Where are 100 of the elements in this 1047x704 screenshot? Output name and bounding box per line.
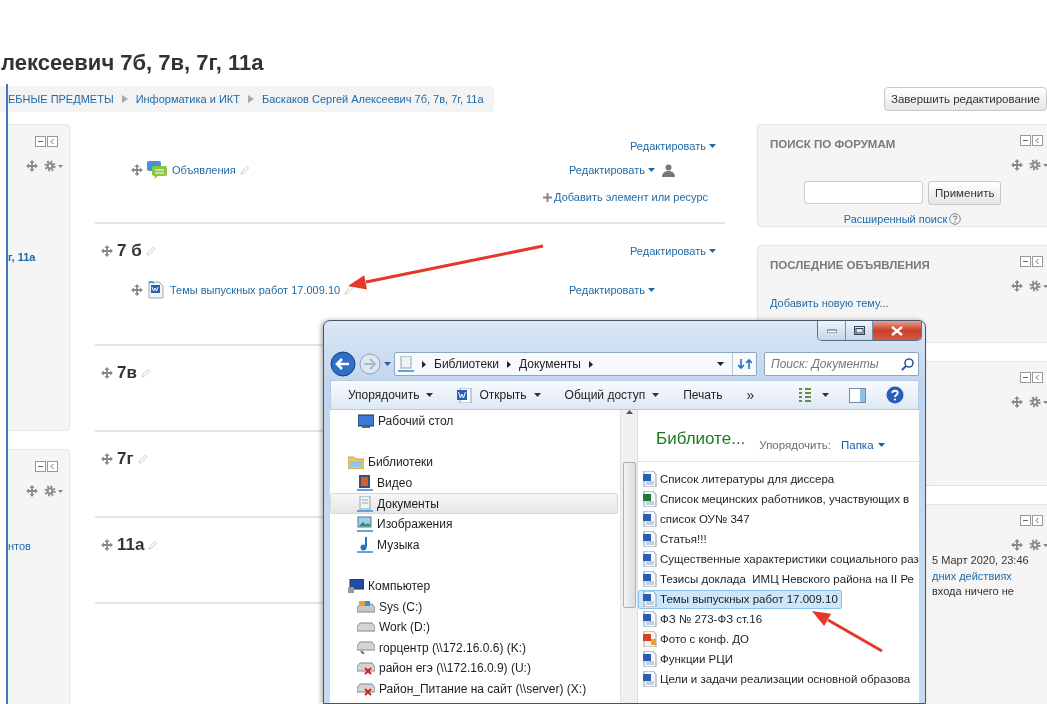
collapse-icon[interactable] [1020,135,1031,146]
move-icon[interactable] [131,164,143,176]
dock-icon[interactable] [47,461,58,472]
move-icon[interactable] [101,245,113,257]
collapse-icon[interactable] [35,461,46,472]
nav-item[interactable]: Документы [330,493,618,514]
nav-item[interactable]: Музыка [330,534,618,556]
nav-item[interactable]: Изображения [330,513,618,535]
address-segment[interactable]: Документы [519,357,581,371]
address-bar[interactable]: Библиотеки Документы [394,352,757,376]
caret-icon[interactable] [717,362,724,366]
edit-link[interactable]: Редактировать [569,284,655,296]
finish-editing-button[interactable]: Завершить редактирование [883,87,1047,111]
move-icon[interactable] [1011,159,1023,171]
toolbar-button[interactable]: Упорядочить [343,383,439,407]
edit-link[interactable]: Редактировать [630,245,716,257]
person-icon[interactable] [662,163,675,177]
file-item[interactable]: Цели и задачи реализации основной образова [638,669,915,689]
gear-menu-icon[interactable] [1029,280,1047,292]
gear-menu-icon[interactable] [44,485,64,497]
maximize-button[interactable] [846,321,873,340]
move-icon[interactable] [26,485,38,497]
collapse-icon[interactable] [1020,515,1031,526]
add-activity-link[interactable]: Добавить элемент или ресурс [543,191,708,203]
pencil-icon[interactable] [344,285,355,295]
apply-button[interactable]: Применить [928,181,1001,205]
dock-icon[interactable] [47,136,58,147]
activity-link[interactable]: Объявления [172,164,236,176]
file-item[interactable]: список ОУ№ 347 [638,509,754,529]
caret-icon [533,393,541,397]
help-icon[interactable] [949,213,962,225]
block-link[interactable]: г, 11а [8,251,58,263]
file-item[interactable]: ФЗ № 273-ФЗ ст.16 [638,609,767,629]
file-item[interactable]: Фото с конф. ДО [638,629,754,649]
toolbar-button[interactable]: Общий доступ [559,383,665,407]
document-icon [147,281,165,299]
back-button[interactable] [330,351,356,377]
move-icon[interactable] [1011,396,1023,408]
scrollbar-thumb[interactable] [622,462,636,608]
gear-menu-icon[interactable] [1029,159,1047,171]
nav-item[interactable]: Компьютер [330,575,618,597]
toolbar-button[interactable]: Печать [678,383,728,407]
move-icon[interactable] [26,160,38,172]
help-icon[interactable] [886,386,904,404]
activity-link[interactable]: дних действиях [932,568,1043,584]
move-icon[interactable] [101,367,113,379]
nav-item[interactable]: Район_Питание на сайт (\\server) (X:) [330,678,618,700]
file-item[interactable]: Статья!!! [638,529,711,549]
dock-icon[interactable] [1032,515,1043,526]
collapse-icon[interactable] [1020,256,1031,267]
view-options-button[interactable] [798,387,829,403]
preview-pane-icon[interactable] [849,387,866,403]
nav-item[interactable]: горцентр (\\172.16.0.6) (K:) [330,637,618,659]
breadcrumb-link[interactable]: Баскаков Сергей Алексеевич 7б, 7в, 7г, 11а [262,93,484,105]
add-topic-link[interactable]: Добавить новую тему... [770,297,1043,309]
toolbar-button[interactable]: » [741,383,760,407]
collapse-icon[interactable] [35,136,46,147]
move-icon[interactable] [1011,539,1023,551]
film-icon [357,475,373,492]
nav-item[interactable]: Рабочий стол [330,411,618,432]
breadcrumb-link[interactable]: Информатика и ИКТ [135,93,240,105]
file-item[interactable]: Список литературы для диссера [638,469,839,489]
dock-icon[interactable] [1032,135,1043,146]
file-item[interactable]: Список мецинских работников, участвующих в [638,489,914,509]
nav-item[interactable]: Sys (C:) [330,596,618,617]
search-field[interactable] [804,181,923,204]
gear-menu-icon[interactable] [44,160,64,172]
section-title: 11а [117,535,145,555]
toolbar-button[interactable]: Открыть [452,383,546,407]
file-item[interactable]: Функции РЦИ [638,649,737,669]
nav-item[interactable]: Work (D:) [330,616,618,638]
collapse-icon[interactable] [1020,372,1031,383]
gear-menu-icon[interactable] [1029,539,1047,551]
edit-link[interactable]: Редактировать [569,164,655,176]
close-button[interactable] [873,321,921,340]
nav-item[interactable]: Библиотеки [330,452,618,473]
nav-item[interactable]: район егэ (\\172.16.0.9) (U:) [330,658,618,679]
caret-icon [877,443,885,447]
arrange-dropdown[interactable]: Папка [841,439,885,451]
file-item[interactable]: Тезисы доклада ИМЦ Невского района на II Ре [638,569,918,589]
move-icon[interactable] [131,284,143,296]
move-icon[interactable] [1011,280,1023,292]
move-icon[interactable] [101,539,113,551]
address-segment[interactable]: Библиотеки [434,357,499,371]
advanced-search-link[interactable]: Расширенный поиск [843,213,948,225]
file-item[interactable]: Темы выпускных работ 17.009.10 [638,589,842,609]
dock-icon[interactable] [1032,372,1043,383]
dock-icon[interactable] [1032,256,1043,267]
breadcrumb-link[interactable]: ЕБНЫЕ ПРЕДМЕТЫ [8,93,114,105]
move-icon[interactable] [101,453,113,465]
search-field[interactable]: Поиск: Документы [764,352,919,376]
forward-button[interactable] [359,353,381,375]
activity-link[interactable]: Темы выпускных работ 17.009.10 [170,284,341,296]
file-item[interactable]: Существенные характеристики социального раз [638,549,919,569]
edit-link[interactable]: Редактировать [630,140,716,152]
nav-item[interactable]: Видео [330,472,618,494]
caret-icon [709,249,716,253]
gear-menu-icon[interactable] [1029,396,1047,408]
scrollbar[interactable] [620,410,637,703]
block-link[interactable]: нтов [8,540,58,552]
